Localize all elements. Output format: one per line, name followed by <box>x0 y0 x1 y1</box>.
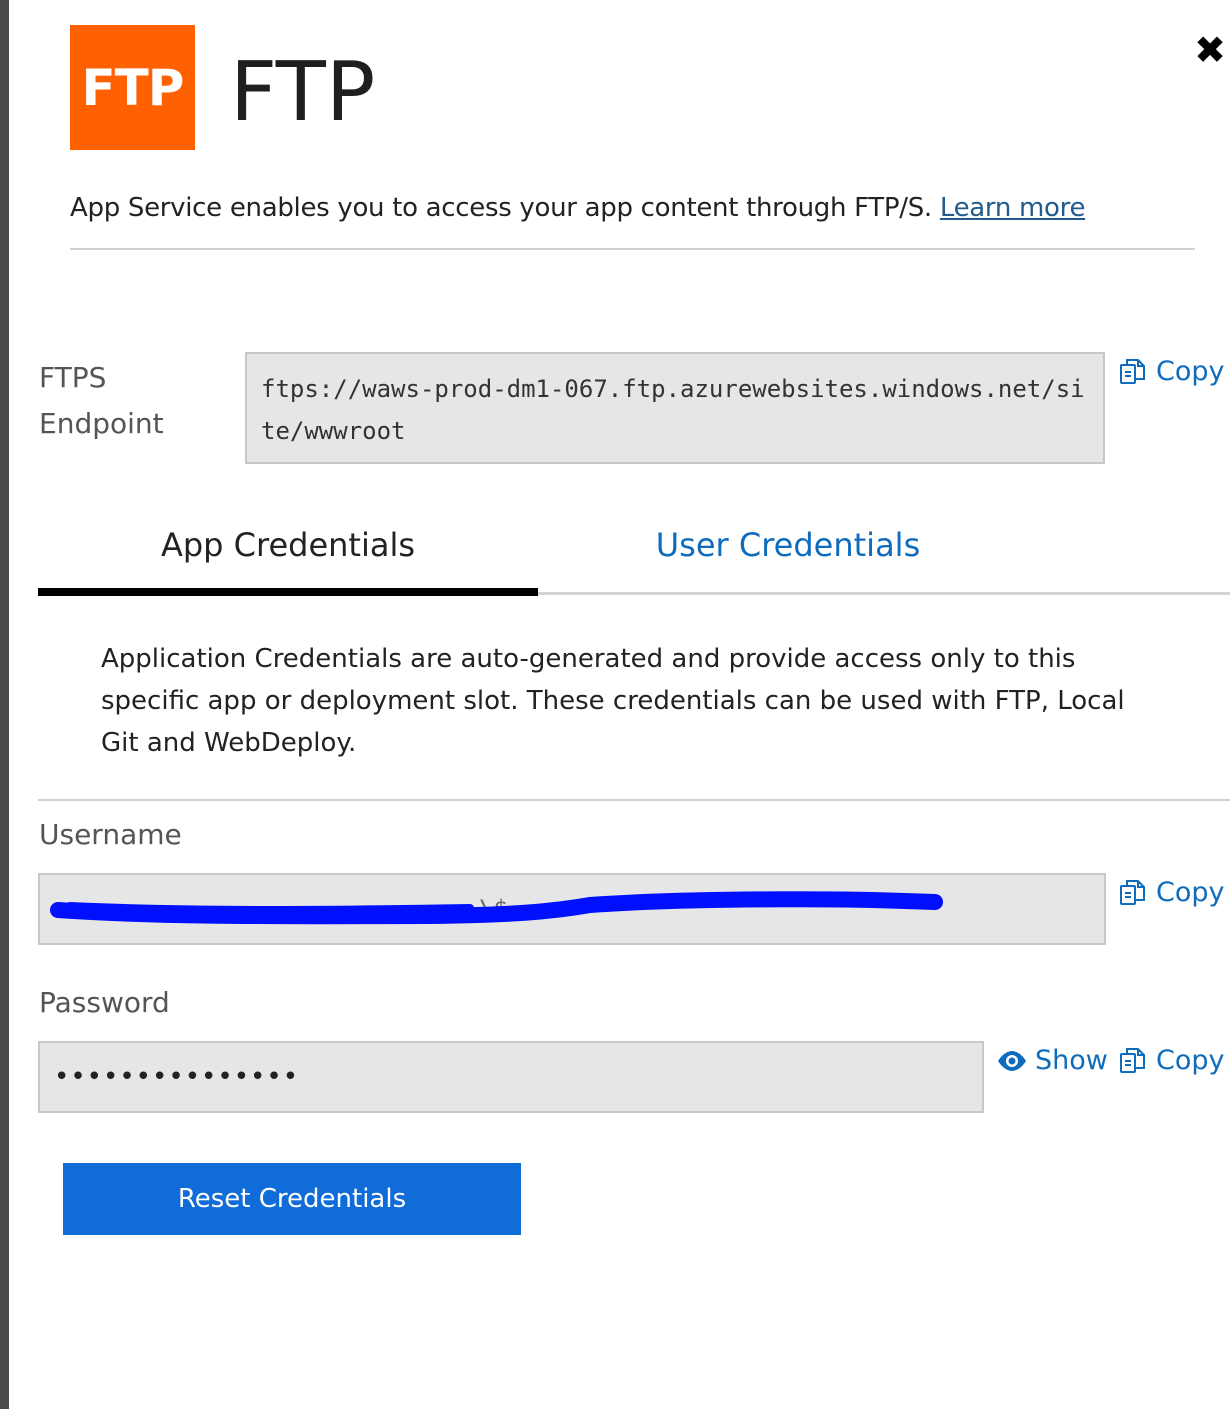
intro-text: App Service enables you to access your a… <box>70 193 1085 223</box>
endpoint-label-line2: Endpoint <box>39 407 164 440</box>
show-label: Show <box>1035 1045 1108 1076</box>
page-title: FTP <box>230 45 376 140</box>
password-field[interactable]: ••••••••••••••• <box>38 1041 984 1113</box>
copy-icon <box>1120 1047 1145 1073</box>
learn-more-link[interactable]: Learn more <box>940 193 1086 223</box>
close-icon[interactable]: ✖ <box>1190 30 1230 70</box>
divider <box>38 799 1230 801</box>
endpoint-field[interactable]: ftps://waws-prod-dm1-067.ftp.azurewebsit… <box>245 352 1105 464</box>
window-edge <box>0 0 9 1409</box>
copy-username-button[interactable]: Copy <box>1118 877 1225 908</box>
copy-endpoint-button[interactable]: Copy <box>1118 356 1225 387</box>
username-label: Username <box>39 818 182 851</box>
password-value: ••••••••••••••• <box>54 1062 300 1092</box>
tab-app-credentials[interactable]: App Credentials <box>38 515 538 575</box>
tab-divider <box>538 592 1230 595</box>
copy-label: Copy <box>1156 1045 1225 1076</box>
active-tab-indicator <box>38 588 538 596</box>
username-value: \$ <box>479 895 508 923</box>
copy-label: Copy <box>1156 877 1225 908</box>
copy-icon <box>1120 879 1145 905</box>
copy-label: Copy <box>1156 356 1225 387</box>
endpoint-label-line1: FTPS <box>39 361 107 394</box>
username-field[interactable]: \$ <box>38 873 1106 945</box>
credentials-description: Application Credentials are auto-generat… <box>101 644 1125 758</box>
password-label: Password <box>39 986 170 1019</box>
ftp-logo: FTP <box>70 25 195 150</box>
copy-password-button[interactable]: Copy <box>1118 1045 1225 1076</box>
reset-credentials-button[interactable]: Reset Credentials <box>63 1163 521 1235</box>
divider <box>70 248 1195 250</box>
eye-icon <box>998 1050 1026 1071</box>
intro-description: App Service enables you to access your a… <box>70 193 932 223</box>
logo-text: FTP <box>81 58 185 117</box>
endpoint-label: FTPS Endpoint <box>39 355 239 447</box>
copy-icon <box>1120 358 1145 384</box>
show-password-button[interactable]: Show <box>997 1045 1108 1076</box>
tab-user-credentials[interactable]: User Credentials <box>538 515 1038 575</box>
